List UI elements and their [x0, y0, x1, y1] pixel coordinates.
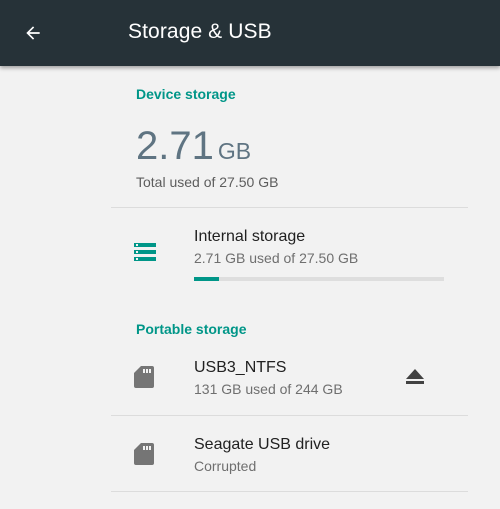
storage-icon	[134, 243, 156, 261]
back-button[interactable]	[14, 14, 52, 52]
section-header-portable-storage: Portable storage	[136, 321, 247, 337]
storage-item-title: Seagate USB drive	[194, 436, 331, 453]
storage-item-subtitle: 2.71 GB used of 27.50 GB	[194, 250, 359, 266]
divider	[111, 415, 468, 416]
app-bar: Storage & USB	[0, 0, 500, 66]
storage-progress-fill	[194, 277, 219, 281]
total-used-number: 2.71	[136, 124, 214, 168]
sd-card-icon	[134, 443, 154, 465]
storage-item-title: USB3_NTFS	[194, 359, 287, 376]
total-used-unit: GB	[217, 138, 252, 164]
arrow-back-icon	[26, 26, 40, 40]
divider	[111, 491, 468, 492]
eject-button[interactable]	[398, 362, 432, 392]
storage-item-subtitle: Corrupted	[194, 458, 257, 474]
divider	[111, 207, 468, 208]
storage-item-title: Internal storage	[194, 228, 306, 245]
page-title: Storage & USB	[128, 20, 272, 43]
total-used-display: 2.71 GB	[136, 124, 251, 169]
section-header-device-storage: Device storage	[136, 86, 236, 102]
eject-icon	[406, 369, 424, 384]
storage-item-subtitle: 131 GB used of 244 GB	[194, 381, 343, 397]
sd-card-icon	[134, 366, 154, 388]
total-used-summary: Total used of 27.50 GB	[136, 174, 279, 190]
storage-progress-bar	[194, 277, 444, 281]
